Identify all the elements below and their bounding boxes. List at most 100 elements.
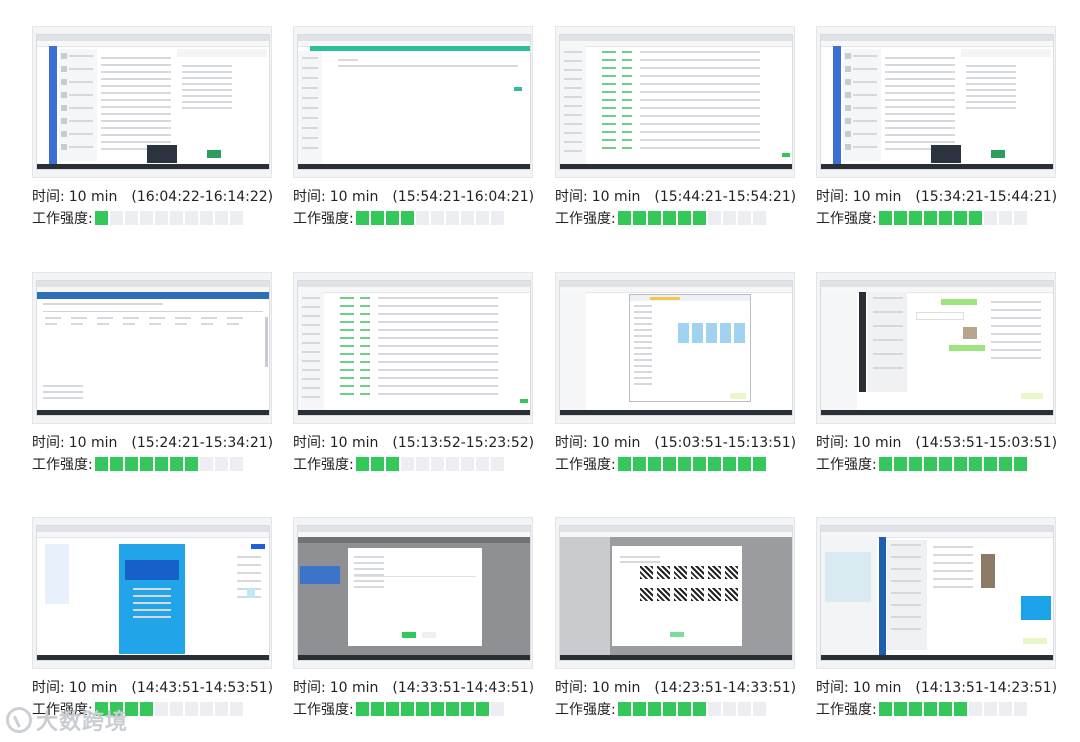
intensity-meter bbox=[617, 457, 768, 471]
avatar bbox=[61, 144, 67, 150]
intensity-segment bbox=[445, 702, 459, 716]
file-card bbox=[720, 323, 731, 343]
cell bbox=[71, 323, 83, 325]
text-line bbox=[564, 114, 582, 116]
intensity-meter bbox=[878, 702, 1029, 716]
intensity-segment bbox=[199, 211, 213, 225]
message-bubble bbox=[941, 299, 977, 305]
intensity-segment bbox=[490, 702, 504, 716]
qr-code bbox=[725, 588, 738, 601]
intensity-segment bbox=[647, 457, 661, 471]
cell bbox=[201, 323, 213, 325]
color-swatch bbox=[247, 588, 255, 598]
intensity-segment bbox=[430, 702, 444, 716]
chat-app-sidebar bbox=[879, 537, 886, 655]
text-line bbox=[354, 562, 384, 564]
text-line bbox=[69, 146, 93, 148]
intensity-segment bbox=[737, 702, 751, 716]
text-line bbox=[891, 604, 921, 606]
screen-capture-preview bbox=[560, 281, 792, 415]
text-line bbox=[853, 120, 877, 122]
cell bbox=[149, 323, 161, 325]
screen-capture-preview bbox=[298, 281, 530, 415]
intensity-segment bbox=[983, 702, 997, 716]
link-text bbox=[360, 329, 370, 331]
action-button bbox=[520, 399, 528, 403]
intensity-segment bbox=[214, 457, 228, 471]
screen-capture-preview bbox=[37, 526, 269, 660]
action-button bbox=[991, 150, 1005, 158]
intensity-segment bbox=[214, 211, 228, 225]
intensity-segment bbox=[878, 211, 892, 225]
screenshot-thumbnail[interactable] bbox=[816, 26, 1056, 178]
link-text bbox=[340, 353, 354, 355]
photo-message bbox=[981, 554, 995, 588]
text-line bbox=[564, 96, 582, 98]
text-line bbox=[991, 341, 1041, 343]
intensity-label: 工作强度: bbox=[816, 211, 877, 227]
text-line bbox=[182, 89, 232, 91]
file-card bbox=[706, 323, 717, 343]
image-message bbox=[963, 327, 977, 339]
text-line bbox=[101, 120, 171, 122]
text-line bbox=[237, 556, 261, 558]
text-line bbox=[69, 55, 93, 57]
text-line bbox=[69, 120, 93, 122]
text-line bbox=[634, 353, 652, 355]
link-text bbox=[360, 305, 370, 307]
work-intensity: 工作强度: bbox=[816, 456, 1029, 473]
link-text bbox=[360, 297, 370, 299]
text-line bbox=[338, 59, 358, 61]
text-line bbox=[237, 580, 261, 582]
text-line bbox=[885, 78, 955, 80]
text-line bbox=[378, 393, 498, 395]
intensity-segment bbox=[953, 457, 967, 471]
text-line bbox=[634, 377, 652, 379]
duration-value: 10 min bbox=[852, 435, 902, 451]
link-text bbox=[340, 305, 354, 307]
intensity-segment bbox=[139, 702, 153, 716]
screenshot-thumbnail[interactable] bbox=[293, 272, 533, 424]
link-text bbox=[360, 393, 370, 395]
work-intensity: 工作强度: bbox=[555, 701, 768, 718]
intensity-segment bbox=[139, 457, 153, 471]
text-line bbox=[620, 561, 660, 563]
intensity-segment bbox=[370, 702, 384, 716]
screenshot-thumbnail[interactable] bbox=[555, 517, 795, 669]
screenshot-thumbnail[interactable] bbox=[32, 272, 272, 424]
time-label: 时间: bbox=[816, 435, 849, 451]
text-line bbox=[101, 92, 171, 94]
text-line bbox=[640, 99, 760, 101]
screenshot-thumbnail[interactable] bbox=[555, 272, 795, 424]
text-line bbox=[853, 68, 877, 70]
link-text bbox=[340, 345, 354, 347]
avatar bbox=[61, 118, 67, 124]
screenshot-thumbnail[interactable] bbox=[293, 517, 533, 669]
text-line bbox=[885, 141, 955, 143]
watermark: 大数跨境 bbox=[6, 702, 128, 738]
column-header bbox=[149, 317, 165, 319]
intensity-meter bbox=[94, 211, 245, 225]
text-line bbox=[302, 396, 320, 398]
text-line bbox=[885, 106, 955, 108]
nav-sidebar bbox=[821, 292, 857, 410]
text-line bbox=[640, 131, 760, 133]
link-text bbox=[340, 393, 354, 395]
intensity-segment bbox=[1013, 702, 1027, 716]
screenshot-thumbnail[interactable] bbox=[32, 517, 272, 669]
text-line bbox=[885, 71, 955, 73]
screenshot-thumbnail[interactable] bbox=[816, 517, 1056, 669]
screenshot-thumbnail[interactable] bbox=[32, 26, 272, 178]
text-line bbox=[43, 397, 83, 399]
time-caption: 时间: 10 min (14:23:51-14:33:51) bbox=[555, 677, 796, 697]
text-line bbox=[564, 123, 582, 125]
screenshot-thumbnail[interactable] bbox=[555, 26, 795, 178]
screenshot-thumbnail[interactable] bbox=[293, 26, 533, 178]
link-text bbox=[622, 115, 632, 117]
screenshot-thumbnail[interactable] bbox=[816, 272, 1056, 424]
link-text bbox=[622, 123, 632, 125]
duration-value: 10 min bbox=[329, 189, 379, 205]
text-line bbox=[101, 57, 171, 59]
duration-value: 10 min bbox=[591, 189, 641, 205]
duration-value: 10 min bbox=[591, 680, 641, 696]
